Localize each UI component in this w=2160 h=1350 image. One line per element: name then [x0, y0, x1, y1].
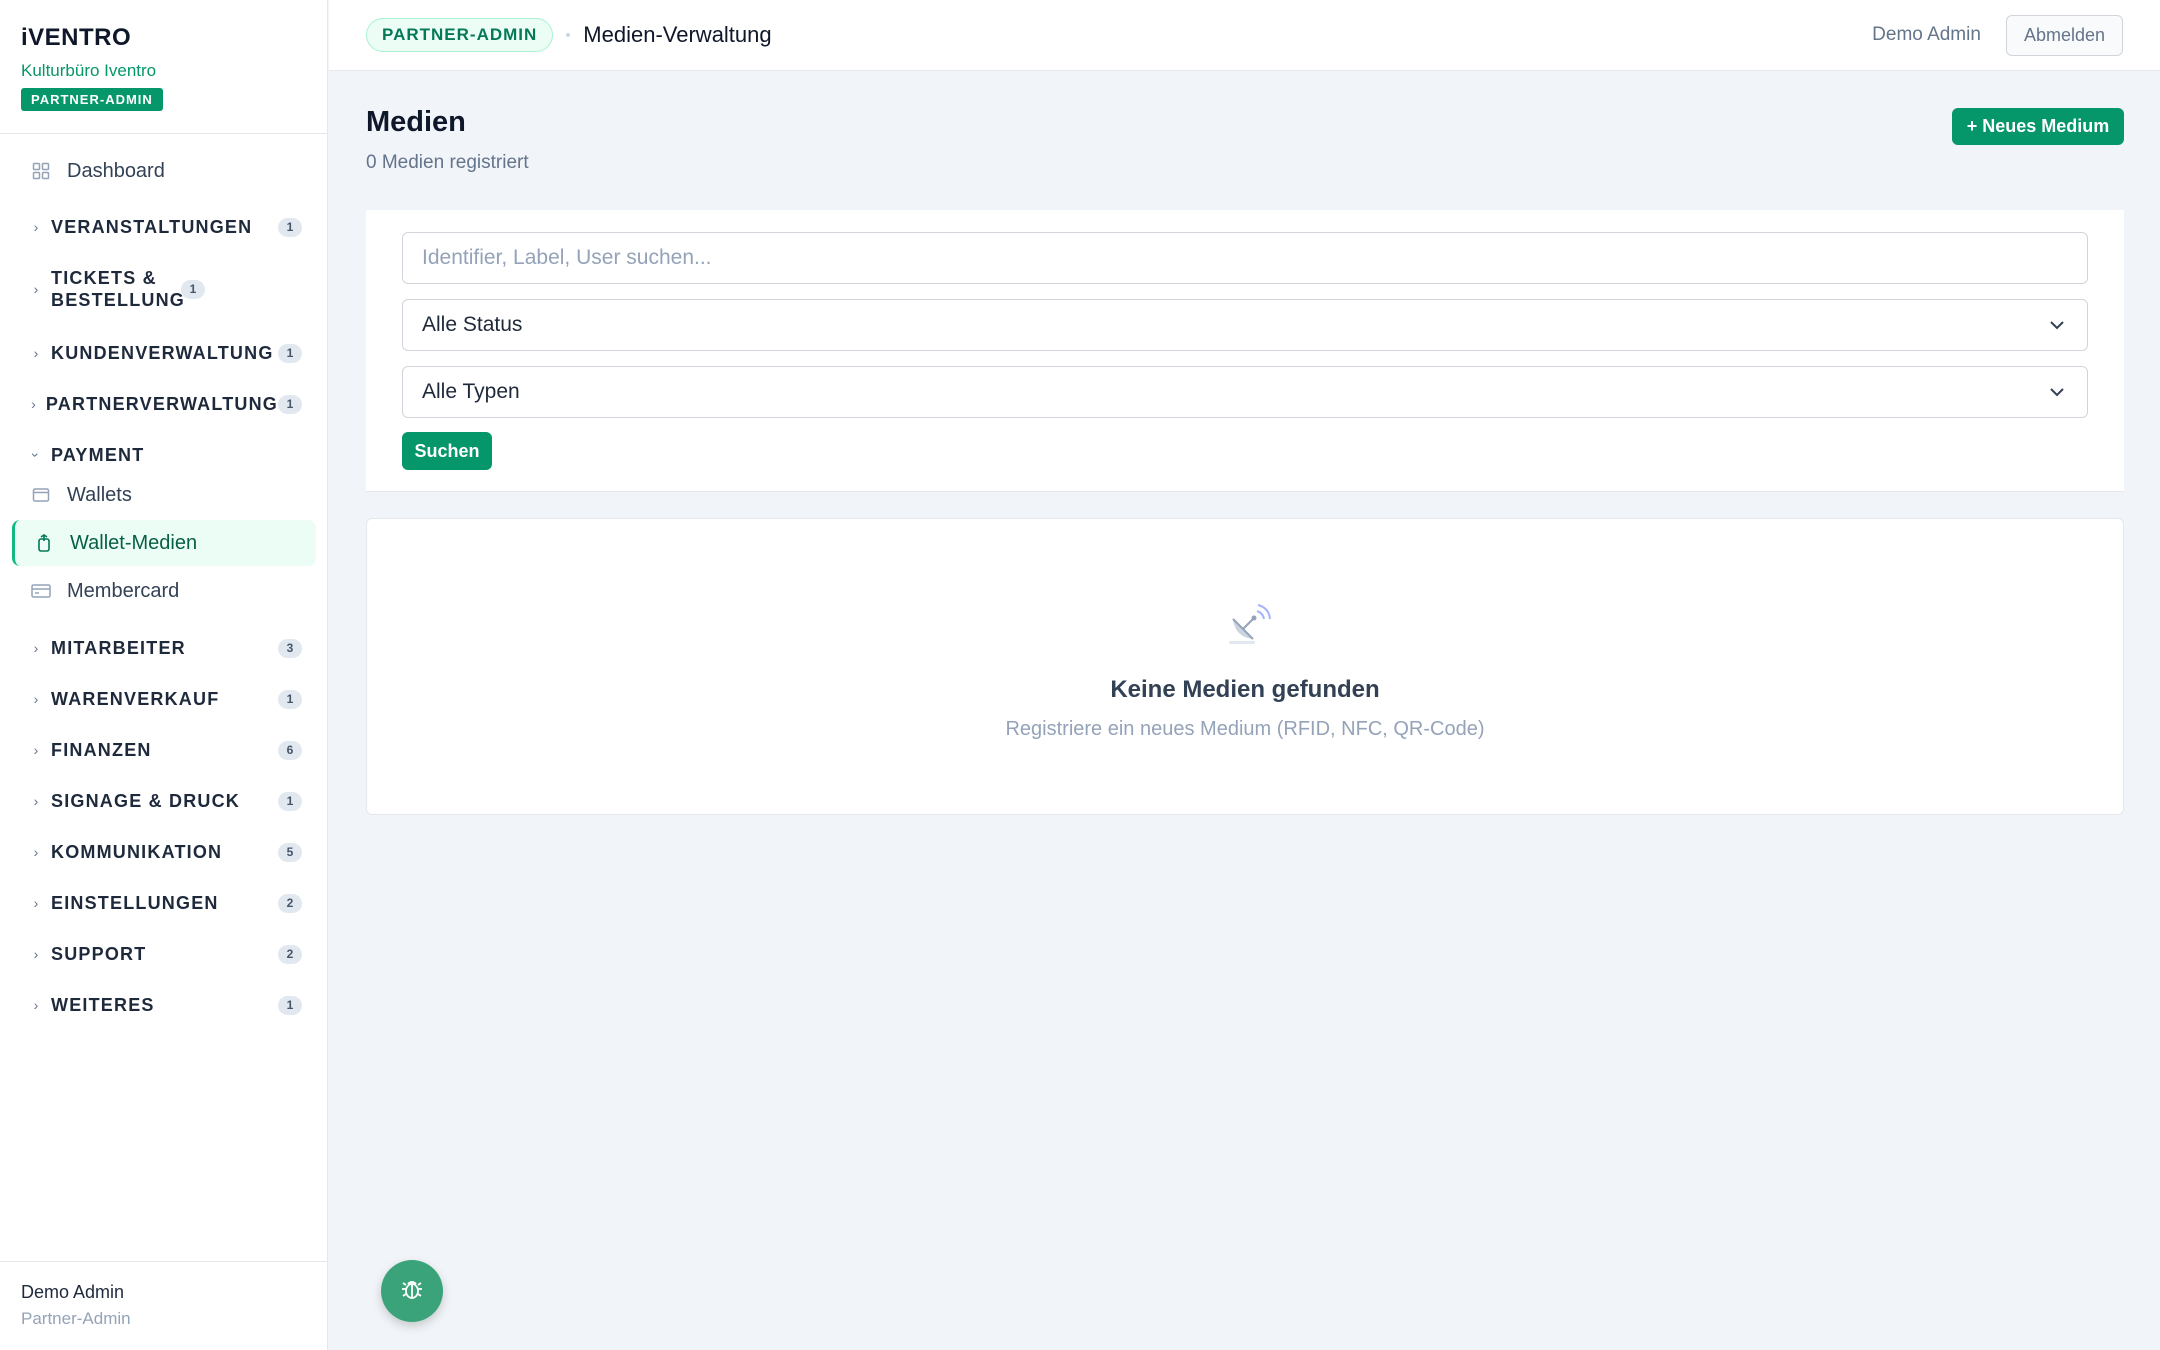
empty-state-subtitle: Registriere ein neues Medium (RFID, NFC,… [1005, 718, 1485, 740]
sidebar-group-label: SIGNAGE & DRUCK [51, 791, 241, 811]
satellite-dish-icon [1223, 599, 1273, 649]
sidebar-item-dashboard[interactable]: Dashboard [12, 148, 316, 194]
sidebar-group-label: KUNDENVERWALTUNG [51, 343, 274, 363]
count-badge: 3 [278, 638, 302, 658]
sidebar-item-wallet-medien[interactable]: Wallet-Medien [12, 520, 316, 566]
new-medium-button[interactable]: + Neues Medium [1952, 108, 2124, 145]
count-badge: 1 [278, 689, 302, 709]
sidebar-group-label: EINSTELLUNGEN [51, 893, 219, 913]
sidebar-group-signage[interactable]: › SIGNAGE & DRUCK 1 [30, 790, 302, 812]
footer-user-name: Demo Admin [21, 1282, 125, 1302]
organization-name: Kulturbüro Iventro [21, 61, 157, 80]
sidebar-group-veranstaltungen[interactable]: › VERANSTALTUNGEN 1 [30, 216, 302, 238]
count-badge: 6 [278, 740, 302, 760]
sidebar-group-payment[interactable]: › PAYMENT [28, 444, 302, 466]
chevron-down-icon [2046, 314, 2068, 336]
chevron-right-icon: › [33, 219, 39, 235]
count-badge: 1 [278, 217, 302, 237]
status-select[interactable]: Alle Status [402, 299, 2088, 351]
sidebar-group-label: KOMMUNIKATION [51, 842, 223, 862]
chevron-right-icon: › [31, 396, 36, 412]
sidebar-group-support[interactable]: › SUPPORT 2 [30, 943, 302, 965]
sidebar-item-label: Wallets [67, 483, 132, 506]
sidebar-item-wallets[interactable]: Wallets [12, 472, 316, 518]
count-badge: 1 [278, 995, 302, 1015]
sidebar-item-label: Membercard [67, 579, 180, 602]
page-title: Medien [366, 106, 466, 138]
search-input[interactable]: Identifier, Label, User suchen... [402, 232, 2088, 284]
chevron-right-icon: › [33, 691, 39, 707]
sidebar-group-label: PAYMENT [51, 445, 145, 465]
sidebar-group-label: WARENVERKAUF [51, 689, 220, 709]
chevron-down-icon [2046, 381, 2068, 403]
count-badge: 2 [278, 944, 302, 964]
sidebar-group-label: PARTNERVERWALTUNG [45, 394, 278, 414]
count-badge: 1 [278, 791, 302, 811]
role-badge: PARTNER-ADMIN [21, 88, 163, 111]
sidebar-group-kundenverwaltung[interactable]: › KUNDENVERWALTUNG 1 [30, 342, 302, 364]
type-select-value: Alle Typen [422, 380, 520, 403]
chevron-right-icon: › [33, 844, 39, 860]
count-badge: 5 [278, 842, 302, 862]
wallet-icon [30, 484, 52, 506]
current-user: Demo Admin [1872, 24, 1981, 45]
grid-icon [30, 160, 52, 182]
sidebar-group-label: MITARBEITER [51, 638, 186, 658]
credit-card-icon [30, 580, 52, 602]
sidebar-item-label: Wallet-Medien [70, 531, 198, 554]
count-badge: 1 [278, 394, 302, 414]
chevron-right-icon: › [33, 997, 39, 1013]
chevron-right-icon: › [33, 895, 39, 911]
chevron-right-icon: › [33, 345, 39, 361]
count-badge: 1 [181, 279, 205, 299]
search-button[interactable]: Suchen [402, 432, 492, 470]
chevron-right-icon: › [33, 793, 39, 809]
chevron-right-icon: › [33, 281, 39, 297]
chevron-right-icon: › [33, 742, 39, 758]
sidebar-group-finanzen[interactable]: › FINANZEN 6 [30, 739, 302, 761]
status-select-value: Alle Status [422, 313, 523, 336]
sidebar-group-mitarbeiter[interactable]: › MITARBEITER 3 [30, 637, 302, 659]
sidebar-group-einstellungen[interactable]: › EINSTELLUNGEN 2 [30, 892, 302, 914]
footer-user-role: Partner-Admin [21, 1309, 131, 1328]
breadcrumb-separator [566, 33, 571, 37]
empty-state-card: Keine Medien gefunden Registriere ein ne… [366, 518, 2124, 815]
breadcrumb: Medien-Verwaltung [583, 22, 772, 47]
page-subtitle: 0 Medien registriert [366, 152, 529, 173]
logout-button[interactable]: Abmelden [2005, 14, 2123, 56]
type-select[interactable]: Alle Typen [402, 366, 2088, 418]
topbar: PARTNER-ADMIN Medien-Verwaltung Demo Adm… [329, 0, 2160, 71]
search-placeholder: Identifier, Label, User suchen... [422, 246, 712, 269]
bug-report-button[interactable] [381, 1260, 443, 1322]
bug-icon [399, 1276, 425, 1307]
filter-card: Identifier, Label, User suchen... Alle S… [366, 210, 2124, 492]
sidebar-user-footer: Demo Admin Partner-Admin [0, 1261, 327, 1350]
sidebar-group-kommunikation[interactable]: › KOMMUNIKATION 5 [30, 841, 302, 863]
sidebar-group-label: FINANZEN [51, 740, 152, 760]
chevron-right-icon: › [33, 946, 39, 962]
tap-card-icon [33, 532, 55, 554]
sidebar-item-membercard[interactable]: Membercard [12, 568, 316, 614]
sidebar: iVENTRO Kulturbüro Iventro PARTNER-ADMIN… [0, 0, 328, 1350]
sidebar-group-label: TICKETS & BESTELLUNG [51, 268, 186, 310]
brand-logo[interactable]: iVENTRO [21, 22, 306, 54]
brand-block: iVENTRO Kulturbüro Iventro PARTNER-ADMIN [0, 0, 327, 134]
role-pill: PARTNER-ADMIN [366, 18, 554, 52]
count-badge: 2 [278, 893, 302, 913]
sidebar-group-label: WEITERES [51, 995, 155, 1015]
sidebar-group-warenverkauf[interactable]: › WARENVERKAUF 1 [30, 688, 302, 710]
sidebar-group-tickets[interactable]: › TICKETS & BESTELLUNG 1 [30, 267, 302, 311]
chevron-right-icon: › [33, 640, 39, 656]
chevron-down-icon: › [28, 452, 44, 458]
sidebar-item-label: Dashboard [67, 159, 165, 182]
sidebar-group-label: SUPPORT [51, 944, 147, 964]
empty-state-title: Keine Medien gefunden [1110, 676, 1380, 703]
sidebar-group-partnerverwaltung[interactable]: › PARTNERVERWALTUNG 1 [30, 393, 302, 415]
sidebar-group-weiteres[interactable]: › WEITERES 1 [30, 994, 302, 1016]
sidebar-group-label: VERANSTALTUNGEN [51, 217, 253, 237]
count-badge: 1 [278, 343, 302, 363]
